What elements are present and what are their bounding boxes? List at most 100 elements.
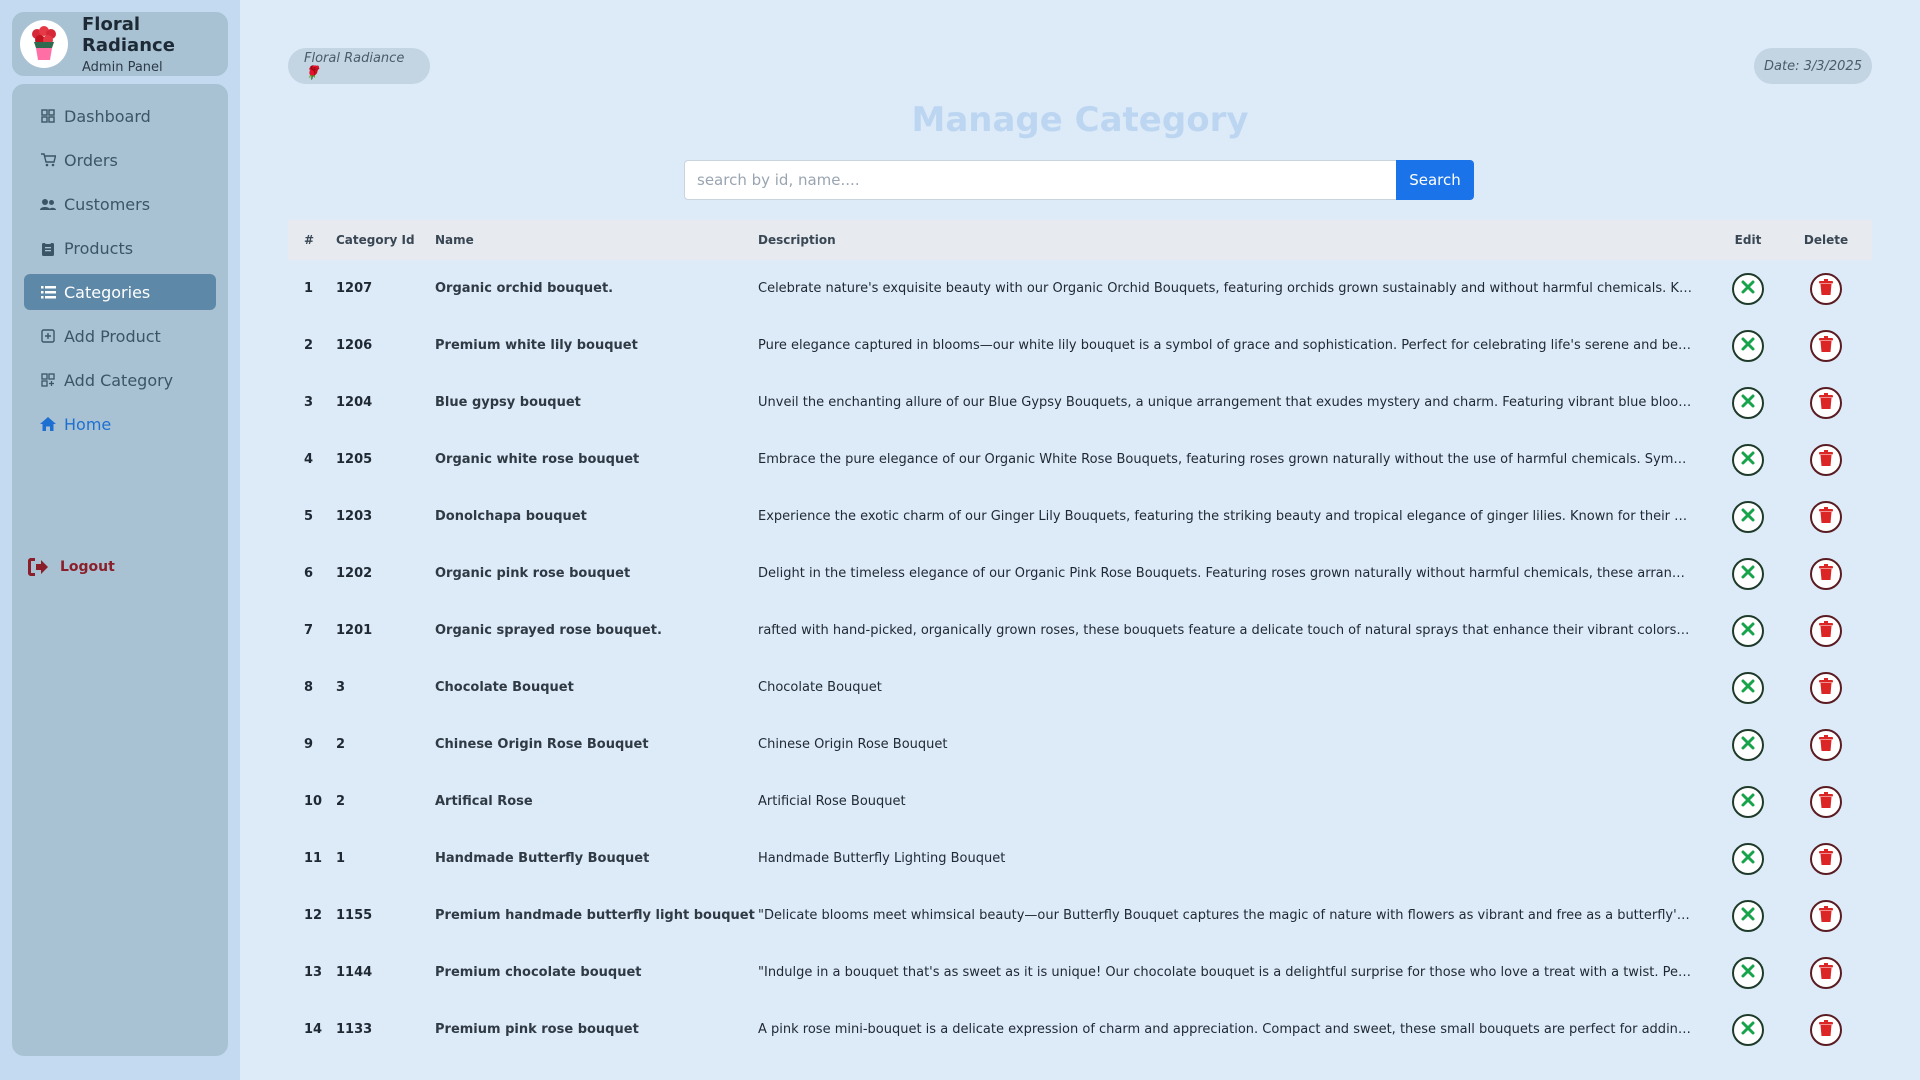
delete-button[interactable]: [1810, 443, 1842, 476]
edit-button[interactable]: [1732, 728, 1764, 761]
sidebar-item-products[interactable]: Products: [24, 230, 216, 266]
sidebar-nav: Dashboard Orders Customers Products Cate…: [12, 84, 228, 1056]
edit-button[interactable]: [1732, 272, 1764, 305]
sidebar-item-dashboard[interactable]: Dashboard: [24, 98, 216, 134]
row-description: Unveil the enchanting allure of our Blue…: [758, 395, 1716, 410]
row-name: Chocolate Bouquet: [435, 680, 574, 695]
date-pill: Date: 3/3/2025: [1754, 48, 1872, 84]
row-description: Handmade Butterfly Lighting Bouquet: [758, 851, 1006, 866]
edit-icon: [1740, 678, 1756, 698]
trash-icon: [1819, 791, 1833, 812]
delete-button[interactable]: [1810, 272, 1842, 305]
edit-icon: [1740, 336, 1756, 356]
trash-icon: [1819, 905, 1833, 926]
delete-button[interactable]: [1810, 728, 1842, 761]
edit-icon: [1740, 735, 1756, 755]
table-row: 11 1 Handmade Butterfly Bouquet Handmade Bu…: [288, 830, 1872, 887]
row-name: Handmade Butterfly Bouquet: [435, 851, 650, 866]
brand-card: Floral Radiance Admin Panel: [12, 12, 228, 76]
edit-icon: [1740, 507, 1756, 527]
row-number: 1: [304, 281, 314, 296]
sidebar-item-orders[interactable]: Orders: [24, 142, 216, 178]
row-description: Embrace the pure elegance of our Organic…: [758, 452, 1716, 467]
table-header: # Category Id Name Description Edit Dele…: [288, 220, 1872, 260]
edit-button[interactable]: [1732, 329, 1764, 362]
row-description: Celebrate nature's exquisite beauty with…: [758, 281, 1716, 296]
sidebar: Floral Radiance Admin Panel Dashboard Or…: [0, 0, 240, 1080]
table-row: 1 1207 Organic orchid bouquet. Celebrate na…: [288, 260, 1872, 317]
category-table: # Category Id Name Description Edit Dele…: [288, 220, 1872, 1058]
edit-button[interactable]: [1732, 614, 1764, 647]
logout-button[interactable]: Logout: [28, 558, 115, 576]
table-row: 13 1144 Premium chocolate bouquet "Indulge …: [288, 944, 1872, 1001]
header-category-id: Category Id: [336, 233, 415, 247]
row-description: Artificial Rose Bouquet: [758, 794, 906, 809]
sidebar-item-add-product[interactable]: Add Product: [24, 318, 216, 354]
trash-icon: [1819, 392, 1833, 413]
edit-button[interactable]: [1732, 443, 1764, 476]
row-description: Pure elegance captured in blooms—our whi…: [758, 338, 1716, 353]
table-row: 2 1206 Premium white lily bouquet Pure eleg…: [288, 317, 1872, 374]
sidebar-item-label: Dashboard: [64, 106, 151, 126]
edit-button[interactable]: [1732, 386, 1764, 419]
delete-button[interactable]: [1810, 785, 1842, 818]
delete-button[interactable]: [1810, 500, 1842, 533]
header-number: #: [304, 233, 315, 247]
table-row: 8 3 Chocolate Bouquet Chocolate Bouquet: [288, 659, 1872, 716]
grid-plus-icon: [40, 372, 56, 388]
logout-icon: [28, 558, 48, 576]
table-row: 14 1133 Premium pink rose bouquet A pink ro…: [288, 1001, 1872, 1058]
trash-icon: [1819, 563, 1833, 584]
row-number: 2: [304, 338, 314, 353]
sidebar-item-label: Add Product: [64, 326, 161, 346]
edit-button[interactable]: [1732, 956, 1764, 989]
edit-button[interactable]: [1732, 500, 1764, 533]
row-category-id: 1204: [336, 395, 373, 410]
edit-button[interactable]: [1732, 1013, 1764, 1046]
home-icon: [40, 416, 56, 432]
delete-button[interactable]: [1810, 557, 1842, 590]
row-description: Chinese Origin Rose Bouquet: [758, 737, 948, 752]
row-name: Premium white lily bouquet: [435, 338, 638, 353]
brand-logo: [20, 20, 68, 68]
row-name: Donolchapa bouquet: [435, 509, 587, 524]
search-button[interactable]: Search: [1396, 160, 1474, 200]
header-name: Name: [435, 233, 474, 247]
row-name: Premium chocolate bouquet: [435, 965, 642, 980]
edit-button[interactable]: [1732, 899, 1764, 932]
edit-button[interactable]: [1732, 557, 1764, 590]
edit-button[interactable]: [1732, 671, 1764, 704]
cart-icon: [40, 152, 56, 168]
delete-button[interactable]: [1810, 842, 1842, 875]
row-description: "Delicate blooms meet whimsical beauty—o…: [758, 908, 1716, 923]
edit-icon: [1740, 564, 1756, 584]
table-row: 4 1205 Organic white rose bouquet Embrace t…: [288, 431, 1872, 488]
row-name: Organic orchid bouquet.: [435, 281, 614, 296]
delete-button[interactable]: [1810, 329, 1842, 362]
search-input[interactable]: [684, 160, 1396, 200]
row-number: 7: [304, 623, 314, 638]
sidebar-item-customers[interactable]: Customers: [24, 186, 216, 222]
row-category-id: 1: [336, 851, 346, 866]
table-row: 7 1201 Organic sprayed rose bouquet. rafted…: [288, 602, 1872, 659]
sidebar-item-add-category[interactable]: Add Category: [24, 362, 216, 398]
row-description: Experience the exotic charm of our Ginge…: [758, 509, 1711, 524]
delete-button[interactable]: [1810, 956, 1842, 989]
edit-button[interactable]: [1732, 785, 1764, 818]
edit-icon: [1740, 621, 1756, 641]
row-category-id: 1203: [336, 509, 373, 524]
row-category-id: 1133: [336, 1022, 373, 1037]
edit-button[interactable]: [1732, 842, 1764, 875]
sidebar-item-home[interactable]: Home: [24, 406, 216, 442]
row-number: 5: [304, 509, 314, 524]
delete-button[interactable]: [1810, 899, 1842, 932]
row-number: 6: [304, 566, 314, 581]
row-number: 3: [304, 395, 314, 410]
delete-button[interactable]: [1810, 1013, 1842, 1046]
sidebar-item-categories[interactable]: Categories: [24, 274, 216, 310]
delete-button[interactable]: [1810, 671, 1842, 704]
plus-square-icon: [40, 328, 56, 344]
delete-button[interactable]: [1810, 614, 1842, 647]
trash-icon: [1819, 962, 1833, 983]
delete-button[interactable]: [1810, 386, 1842, 419]
